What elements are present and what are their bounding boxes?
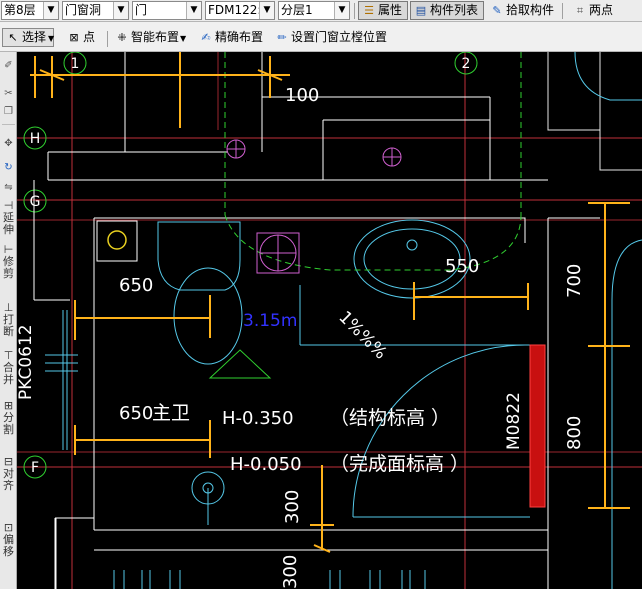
pick-component-button[interactable]: ✎ 拾取构件 <box>487 1 559 20</box>
structural-elevation: H-0.350 <box>222 408 294 429</box>
two-points-button[interactable]: ⌗ 两点 <box>570 1 642 20</box>
precise-layout-button[interactable]: ✍ 精确布置 <box>196 28 268 47</box>
property-toolbar: 第8层 ▼ 门窗洞 ▼ 门 ▼ FDM122: ▼ 分层1 ▼ ☰ 属性 ▤ 构件列… <box>0 0 642 22</box>
scissors-icon[interactable]: ✂ <box>0 88 17 100</box>
axis-label-g: G <box>30 194 41 210</box>
tool-merge[interactable]: ⊤ 合并 <box>0 350 17 386</box>
chevron-down-icon[interactable]: ▼ <box>334 2 349 19</box>
rotate-icon[interactable]: ↻ <box>0 162 17 174</box>
dim-label-650-b: 650 <box>119 403 153 424</box>
tool-offset[interactable]: ⊡ 偏移 <box>0 522 17 558</box>
dim-label-100: 100 <box>285 85 319 106</box>
mirror-icon[interactable]: ⇋ <box>0 182 17 194</box>
pencil-icon: ✏ <box>277 31 287 44</box>
point-button[interactable]: ⊠ 点 <box>64 28 104 47</box>
precise-layout-icon: ✍ <box>201 31 211 44</box>
cursor-icon: ↖ <box>8 31 18 44</box>
tool-split-label: 分割 <box>3 411 14 436</box>
dim-label-300-b: 300 <box>280 555 301 589</box>
component-list-label: 构件列表 <box>430 3 479 17</box>
room-name: 主卫 <box>152 402 190 424</box>
dim-label-300: 300 <box>282 490 303 524</box>
type-select-value: 门窗洞 <box>65 3 102 17</box>
toolbar-divider <box>107 31 108 47</box>
tool-align-label: 对齐 <box>3 467 14 492</box>
select-button[interactable]: ↖ 选择 ▼ <box>2 28 54 47</box>
finish-elevation: H-0.050 <box>230 454 302 475</box>
pick-icon: ✎ <box>492 4 502 17</box>
dim-label-650-a: 650 <box>119 275 153 296</box>
dim-label-550: 550 <box>445 256 479 277</box>
tool-extend-label: 延伸 <box>3 211 14 236</box>
axis-label-1: 1 <box>71 56 80 72</box>
tool-split[interactable]: ⊞ 分割 <box>0 400 17 436</box>
chevron-down-icon[interactable]: ▼ <box>113 2 128 19</box>
tool-merge-label: 合并 <box>3 361 14 386</box>
structural-note: （结构标高 ） <box>330 407 450 429</box>
tool-extend[interactable]: ⊣ 延伸 <box>0 200 17 236</box>
axis-label-h: H <box>30 131 41 147</box>
layer-select[interactable]: 分层1 ▼ <box>278 1 350 20</box>
draw-toolbar: ↖ 选择 ▼ ⊠ 点 ⁜ 智能布置▼ ✍ 精确布置 ✏ 设置门窗立樘位置 <box>0 22 642 52</box>
brush-icon[interactable]: ✐ <box>0 60 17 72</box>
sidebar-divider <box>2 124 15 125</box>
smart-layout-label: 智能布置 <box>131 30 180 44</box>
two-points-label: 两点 <box>589 3 614 17</box>
floor-select-value: 第8层 <box>4 3 36 17</box>
precise-layout-label: 精确布置 <box>215 30 264 44</box>
set-door-window-button[interactable]: ✏ 设置门窗立樘位置 <box>272 28 390 47</box>
two-points-icon: ⌗ <box>576 4 584 17</box>
dim-label-800: 800 <box>564 416 585 450</box>
component-select[interactable]: FDM122: ▼ <box>205 1 275 20</box>
chevron-down-icon[interactable]: ▼ <box>259 2 274 19</box>
tool-trim[interactable]: ⊢ 修剪 <box>0 244 17 280</box>
properties-icon: ☰ <box>364 4 374 17</box>
copy-icon[interactable]: ❐ <box>0 106 17 118</box>
subtype-select[interactable]: 门 ▼ <box>132 1 202 20</box>
properties-label: 属性 <box>378 3 403 17</box>
chevron-down-icon[interactable]: ▼ <box>48 34 54 43</box>
tool-break[interactable]: ⊥ 打断 <box>0 302 17 338</box>
axis-label-2: 2 <box>462 56 471 72</box>
point-label: 点 <box>83 30 96 44</box>
move-icon[interactable]: ✥ <box>0 138 17 150</box>
type-select[interactable]: 门窗洞 ▼ <box>62 1 129 20</box>
component-list-button[interactable]: ▤ 构件列表 <box>410 1 484 20</box>
component-select-value: FDM122: <box>208 3 262 17</box>
point-icon: ⊠ <box>69 31 79 44</box>
dim-label-700: 700 <box>564 264 585 298</box>
subtype-select-value: 门 <box>135 3 148 17</box>
toolbar-divider <box>354 3 355 19</box>
finish-note: （完成面标高 ） <box>330 453 469 475</box>
list-icon: ▤ <box>415 4 427 17</box>
cad-drawing-canvas[interactable]: 1 2 H G F 100 650 650 550 700 800 300 30… <box>17 52 642 589</box>
properties-button[interactable]: ☰ 属性 <box>358 1 408 20</box>
edit-sidebar: ✐ ✂ ❐ ✥ ↻ ⇋ ⊣ 延伸 ⊢ 修剪 ⊥ 打断 ⊤ 合并 ⊞ 分割 ⊟ 对齐 ⊡ 偏移 <box>0 52 17 589</box>
smart-layout-button[interactable]: ⁜ 智能布置▼ <box>112 28 194 47</box>
tool-offset-label: 偏移 <box>3 533 14 558</box>
tool-trim-label: 修剪 <box>3 255 14 280</box>
layer-select-value: 分层1 <box>281 3 313 17</box>
select-label: 选择 <box>22 30 47 44</box>
door-m0822[interactable] <box>529 344 546 508</box>
tool-break-label: 打断 <box>3 313 14 338</box>
pick-component-label: 拾取构件 <box>506 3 555 17</box>
tool-align[interactable]: ⊟ 对齐 <box>0 456 17 492</box>
window-code: PKC0612 <box>17 324 36 400</box>
toolbar-divider <box>562 3 563 19</box>
chevron-down-icon[interactable]: ▼ <box>186 2 201 19</box>
smart-layout-icon: ⁜ <box>117 31 127 44</box>
height-label: 3.15m <box>243 311 297 331</box>
chevron-down-icon[interactable]: ▼ <box>43 2 58 19</box>
axis-label-f: F <box>31 460 39 476</box>
set-door-window-label: 设置门窗立樘位置 <box>291 30 388 44</box>
door-code: M0822 <box>504 392 524 450</box>
floor-select[interactable]: 第8层 ▼ <box>1 1 59 20</box>
chevron-down-icon[interactable]: ▼ <box>180 34 186 43</box>
